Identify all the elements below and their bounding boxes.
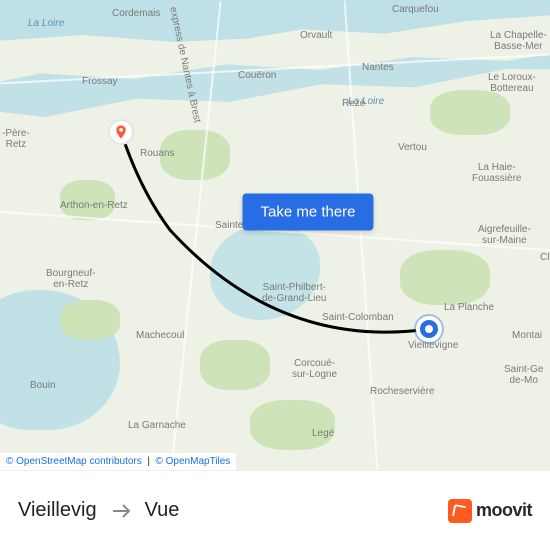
place-label: Corcoué- sur-Logne [292,358,337,380]
vegetation [400,250,490,305]
vegetation [200,340,270,390]
arrow-right-icon [109,499,133,523]
vegetation [160,130,230,180]
map-attribution: © OpenStreetMap contributors | © OpenMap… [0,453,236,470]
route-summary-panel: Vieillevig Vue moovit [0,470,550,550]
map[interactable]: La Loire La Loire CordemaisCarquefouOrva… [0,0,550,470]
start-marker[interactable] [416,316,442,342]
osm-attribution-link[interactable]: © OpenStreetMap contributors [6,456,142,467]
moovit-wordmark: moovit [476,500,532,521]
place-label: La Haie- Fouassière [472,162,521,184]
river-label: La Loire [348,96,384,107]
route-from-label: Vieillevig [18,499,97,522]
route-to-label: Vue [145,499,180,522]
vegetation [430,90,510,135]
vegetation [60,180,115,220]
place-label: -Père- Retz [2,128,30,150]
moovit-logo[interactable]: moovit [448,499,532,523]
place-label: Orvault [300,30,332,41]
place-label: Cl [540,252,549,263]
tiles-attribution-link[interactable]: © OpenMapTiles [156,456,231,467]
place-label: Saint-Ge de-Mo [504,364,543,386]
map-route-card: La Loire La Loire CordemaisCarquefouOrva… [0,0,550,550]
place-label: Aigrefeuille- sur-Maine [478,224,531,246]
place-label: Montai [512,330,542,341]
vegetation [250,400,335,450]
water-feature [210,225,320,320]
place-label: Vertou [398,142,427,153]
place-label: Rocheservière [370,386,434,397]
place-label: Saint-Colomban [322,312,394,323]
take-me-there-button[interactable]: Take me there [242,193,373,230]
vegetation [60,300,120,340]
pin-icon [113,124,129,140]
destination-marker[interactable] [108,119,134,145]
river-label: La Loire [28,18,64,29]
place-label: Bourgneuf- en-Retz [46,268,95,290]
place-label: Machecoul [136,330,184,341]
moovit-mark-icon [448,499,472,523]
place-label: Vieillevigne [408,340,458,351]
place-label: La Chapelle- Basse-Mer [490,30,547,52]
place-label: Le Loroux- Bottereau [488,72,536,94]
